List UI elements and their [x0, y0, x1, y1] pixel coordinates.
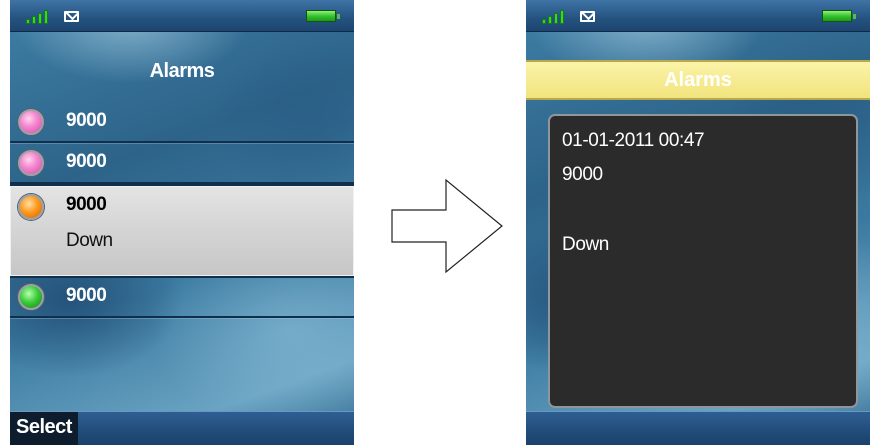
screen-header: Alarms: [526, 60, 870, 100]
alarm-list-item-selected[interactable]: 9000 Down: [10, 184, 354, 278]
alarm-list-item[interactable]: 9000: [10, 102, 354, 143]
phone-screen-alarm-detail: Alarms 01-01-2011 00:47 9000 Down: [526, 0, 870, 445]
alarm-detail-panel: 01-01-2011 00:47 9000 Down: [548, 114, 858, 408]
status-bar: [526, 0, 870, 32]
softkey-bar: [526, 411, 870, 445]
alarm-status-icon: [18, 150, 44, 176]
alarm-number: 9000: [562, 164, 603, 185]
alarm-status-text: Down: [66, 230, 113, 251]
alarm-status-icon: [18, 284, 44, 310]
screen-title: Alarms: [149, 60, 215, 82]
battery-icon: [306, 10, 340, 22]
status-bar: [10, 0, 354, 32]
alarm-datetime: 01-01-2011 00:47: [562, 130, 705, 151]
alarm-number: 9000: [66, 285, 107, 306]
alarm-number: 9000: [66, 194, 107, 215]
softkey-bar: Select: [10, 411, 354, 445]
mail-icon: [64, 11, 79, 22]
alarm-status-text: Down: [562, 234, 609, 255]
select-softkey[interactable]: Select: [10, 412, 78, 445]
signal-icon: [26, 8, 54, 24]
mail-icon: [580, 11, 595, 22]
alarm-number: 9000: [66, 110, 107, 131]
alarm-status-icon: [18, 194, 44, 220]
alarm-list-item[interactable]: 9000: [10, 277, 354, 318]
battery-icon: [822, 10, 856, 22]
screen-title: Alarms: [664, 69, 732, 91]
signal-icon: [542, 8, 570, 24]
alarm-number: 9000: [66, 151, 107, 172]
arrow-right-icon: [391, 178, 503, 274]
phone-screen-alarm-list: Alarms 9000 9000 9000 Down 9000 Select: [10, 0, 354, 445]
alarm-status-icon: [18, 109, 44, 135]
alarm-list-item[interactable]: 9000: [10, 143, 354, 184]
